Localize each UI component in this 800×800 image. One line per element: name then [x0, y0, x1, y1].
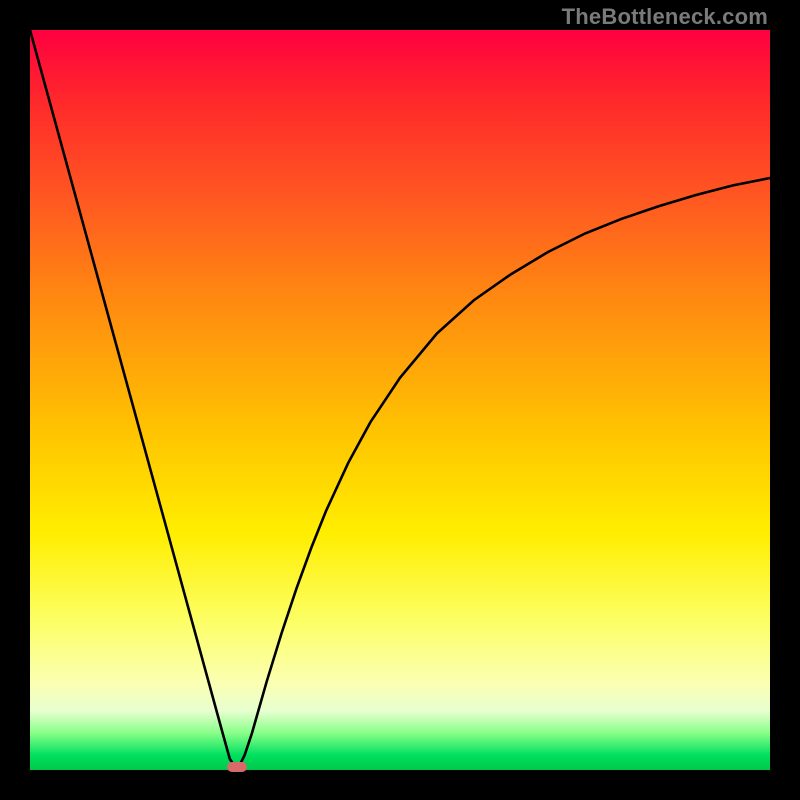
- watermark-text: TheBottleneck.com: [562, 4, 768, 30]
- chart-frame: TheBottleneck.com: [0, 0, 800, 800]
- optimal-marker: [227, 762, 247, 772]
- chart-background-gradient: [30, 30, 770, 770]
